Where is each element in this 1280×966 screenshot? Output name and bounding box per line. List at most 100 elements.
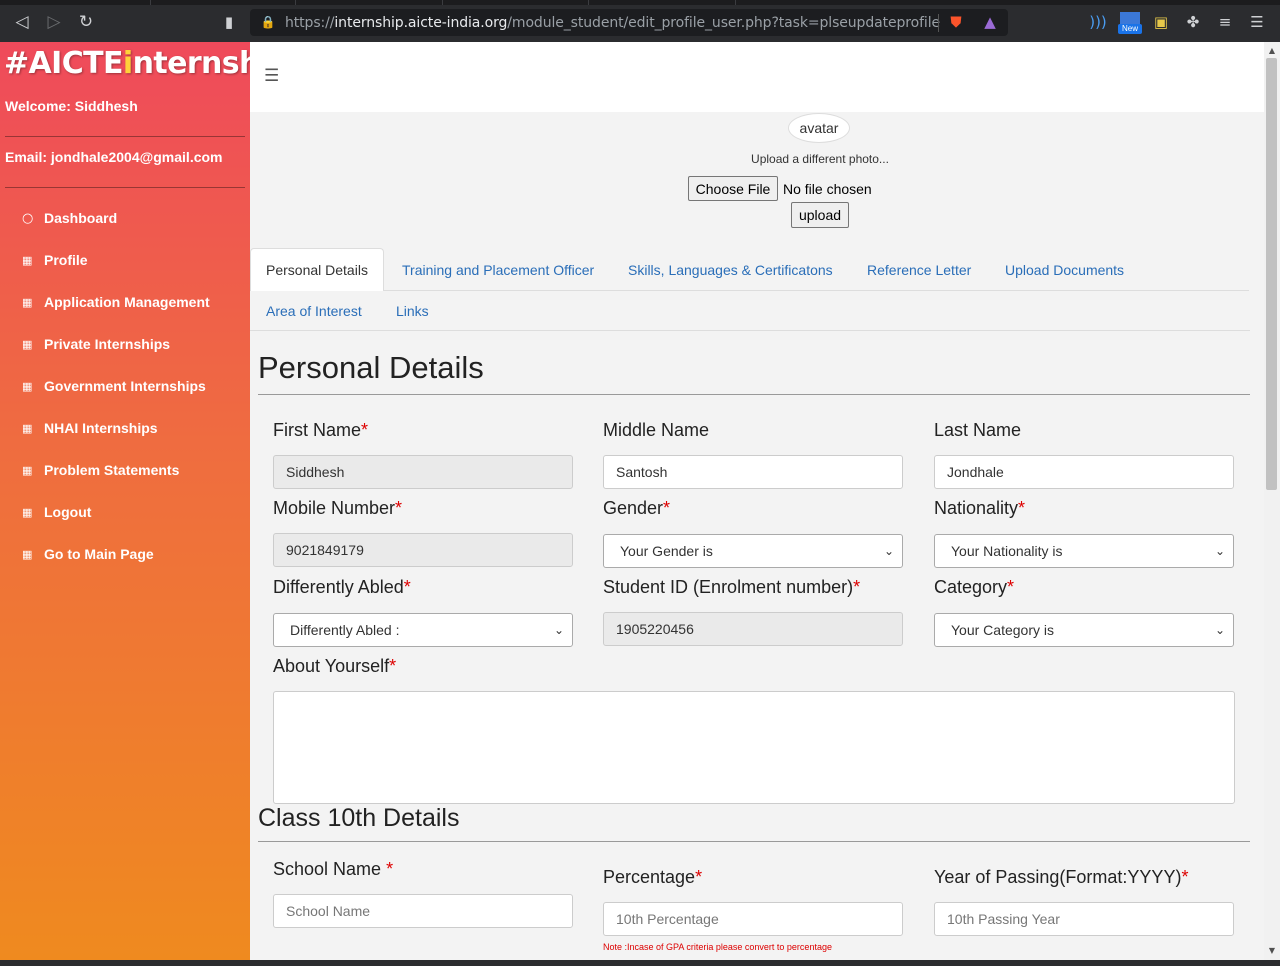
browser-toolbar: ◁ ▷ ↻ ▮ 🔒 https://internship.aicte-india… bbox=[0, 0, 1280, 42]
student-id-field[interactable]: 1905220456 bbox=[603, 612, 903, 646]
mobile-number-label: Mobile Number* bbox=[273, 498, 403, 518]
sidebar-item-profile[interactable]: ▦ Profile bbox=[22, 249, 88, 271]
tab-upload-documents[interactable]: Upload Documents bbox=[1005, 262, 1124, 278]
differently-abled-label: Differently Abled* bbox=[273, 577, 411, 597]
tab-personal-details-label[interactable]: Personal Details bbox=[266, 262, 368, 278]
circle-icon: ○ bbox=[22, 210, 34, 226]
lock-icon[interactable]: 🔒 bbox=[258, 12, 278, 32]
nationality-select[interactable]: Your Nationality is ⌄ bbox=[934, 534, 1234, 568]
url-scheme: https:// bbox=[285, 15, 335, 31]
brave-rewards-icon[interactable]: ▲ bbox=[980, 12, 1000, 32]
percentage-label: Percentage* bbox=[603, 867, 703, 887]
upload-button[interactable]: upload bbox=[791, 202, 849, 228]
middle-name-field[interactable]: Santosh bbox=[603, 455, 903, 489]
gender-select[interactable]: Your Gender is ⌄ bbox=[603, 534, 903, 568]
year-of-passing-input[interactable]: 10th Passing Year bbox=[934, 902, 1234, 936]
sidebar-item-label: Application Management bbox=[44, 294, 210, 310]
choose-file-button[interactable]: Choose File bbox=[688, 176, 778, 201]
url-host: internship.aicte-india.org bbox=[334, 15, 508, 31]
middle-name-label: Middle Name bbox=[603, 420, 710, 440]
scroll-up-icon[interactable]: ▲ bbox=[1264, 46, 1280, 55]
year-of-passing-label: Year of Passing(Format:YYYY)* bbox=[934, 867, 1189, 887]
brave-shield-icon[interactable]: ⛊ bbox=[946, 12, 966, 32]
sidebar-item-problem-statements[interactable]: ▦ Problem Statements bbox=[22, 459, 179, 481]
new-badge: New bbox=[1118, 24, 1142, 34]
scrollbar-thumb[interactable] bbox=[1266, 58, 1277, 490]
sidebar-item-private-internships[interactable]: ▦ Private Internships bbox=[22, 333, 170, 355]
last-name-field[interactable]: Jondhale bbox=[934, 455, 1234, 489]
playlist-icon[interactable]: ≡ bbox=[1215, 12, 1235, 32]
tab-strip bbox=[0, 0, 1280, 5]
sidebar-item-logout[interactable]: ▦ Logout bbox=[22, 501, 91, 523]
tab-area-of-interest[interactable]: Area of Interest bbox=[266, 303, 362, 319]
upload-photo-note: Upload a different photo... bbox=[751, 152, 889, 166]
menu-icon[interactable]: ☰ bbox=[1247, 12, 1267, 32]
top-bar: ☰ bbox=[250, 42, 1264, 112]
differently-abled-select[interactable]: Differently Abled : ⌄ bbox=[273, 613, 573, 647]
divider bbox=[258, 394, 1250, 395]
divider bbox=[5, 187, 245, 188]
reload-icon[interactable]: ↻ bbox=[76, 12, 96, 32]
sidebar-item-label: Go to Main Page bbox=[44, 546, 154, 562]
chevron-down-icon: ⌄ bbox=[553, 623, 564, 637]
differently-abled-select-value: Differently Abled : bbox=[290, 622, 400, 638]
sidebar-item-main-page[interactable]: ▦ Go to Main Page bbox=[22, 543, 154, 565]
about-yourself-label: About Yourself* bbox=[273, 656, 397, 676]
grid-icon: ▦ bbox=[22, 463, 33, 477]
sidebar-item-nhai-internships[interactable]: ▦ NHAI Internships bbox=[22, 417, 158, 439]
sidebar-item-label: Dashboard bbox=[44, 210, 118, 226]
category-select[interactable]: Your Category is ⌄ bbox=[934, 613, 1234, 647]
grid-icon: ▦ bbox=[22, 547, 33, 561]
divider bbox=[5, 136, 245, 137]
sidebar-item-application-management[interactable]: ▦ Application Management bbox=[22, 291, 210, 313]
tab-reference-letter[interactable]: Reference Letter bbox=[867, 262, 971, 278]
extension-icon[interactable]: ▣ bbox=[1151, 12, 1171, 32]
school-name-input[interactable]: School Name bbox=[273, 894, 573, 928]
first-name-field[interactable]: Siddhesh bbox=[273, 455, 573, 489]
sidebar-item-dashboard[interactable]: ○ Dashboard bbox=[22, 207, 117, 229]
scroll-down-icon[interactable]: ▼ bbox=[1264, 946, 1280, 955]
gender-label: Gender* bbox=[603, 498, 671, 518]
tab-divider bbox=[735, 0, 736, 5]
sidebar-item-label: Profile bbox=[44, 252, 88, 268]
main-content: ☰ avatar Upload a different photo... Cho… bbox=[250, 42, 1264, 960]
tab-divider bbox=[588, 0, 589, 5]
tab-skills-languages[interactable]: Skills, Languages & Certificatons bbox=[628, 262, 833, 278]
nationality-select-value: Your Nationality is bbox=[951, 543, 1063, 559]
aicte-internship-logo[interactable]: #AICTEinternship bbox=[4, 46, 291, 81]
grid-icon: ▦ bbox=[22, 379, 33, 393]
hamburger-icon[interactable]: ☰ bbox=[264, 66, 279, 86]
section-title-class-10: Class 10th Details bbox=[258, 804, 460, 832]
puzzle-icon[interactable]: ✤ bbox=[1183, 12, 1203, 32]
mobile-number-field[interactable]: 9021849179 bbox=[273, 533, 573, 567]
tab-border bbox=[383, 290, 1249, 291]
url-text[interactable]: https://internship.aicte-india.org/modul… bbox=[285, 15, 940, 31]
bookmark-icon[interactable]: ▮ bbox=[219, 12, 239, 32]
grid-icon: ▦ bbox=[22, 505, 33, 519]
tab-training-placement-officer[interactable]: Training and Placement Officer bbox=[402, 262, 594, 278]
taskbar bbox=[0, 960, 1280, 966]
about-yourself-textarea[interactable] bbox=[273, 691, 1235, 804]
sidebar-item-label: Private Internships bbox=[44, 336, 171, 352]
no-file-chosen-text: No file chosen bbox=[783, 181, 872, 197]
sidebar-item-government-internships[interactable]: ▦ Government Internships bbox=[22, 375, 206, 397]
avatar: avatar bbox=[788, 113, 850, 143]
sidebar-item-label: Government Internships bbox=[44, 378, 206, 394]
forward-icon[interactable]: ▷ bbox=[44, 12, 64, 32]
percentage-input[interactable]: 10th Percentage bbox=[603, 902, 903, 936]
divider bbox=[258, 841, 1250, 842]
tab-border bbox=[250, 330, 1250, 331]
nationality-label: Nationality* bbox=[934, 498, 1026, 518]
avatar-alt-text: avatar bbox=[799, 120, 839, 136]
logo-prefix: #AICTE bbox=[4, 46, 123, 81]
speaker-icon[interactable]: ))) bbox=[1088, 12, 1108, 32]
category-label: Category* bbox=[934, 577, 1015, 597]
chevron-down-icon: ⌄ bbox=[883, 544, 894, 558]
first-name-label: First Name* bbox=[273, 420, 369, 440]
sidebar-item-label: NHAI Internships bbox=[44, 420, 158, 436]
back-icon[interactable]: ◁ bbox=[12, 12, 32, 32]
tab-links[interactable]: Links bbox=[396, 303, 429, 319]
news-extension-icon[interactable]: New bbox=[1118, 12, 1142, 34]
email-text: Email: jondhale2004@gmail.com bbox=[5, 149, 223, 165]
welcome-text: Welcome: Siddhesh bbox=[5, 98, 138, 114]
